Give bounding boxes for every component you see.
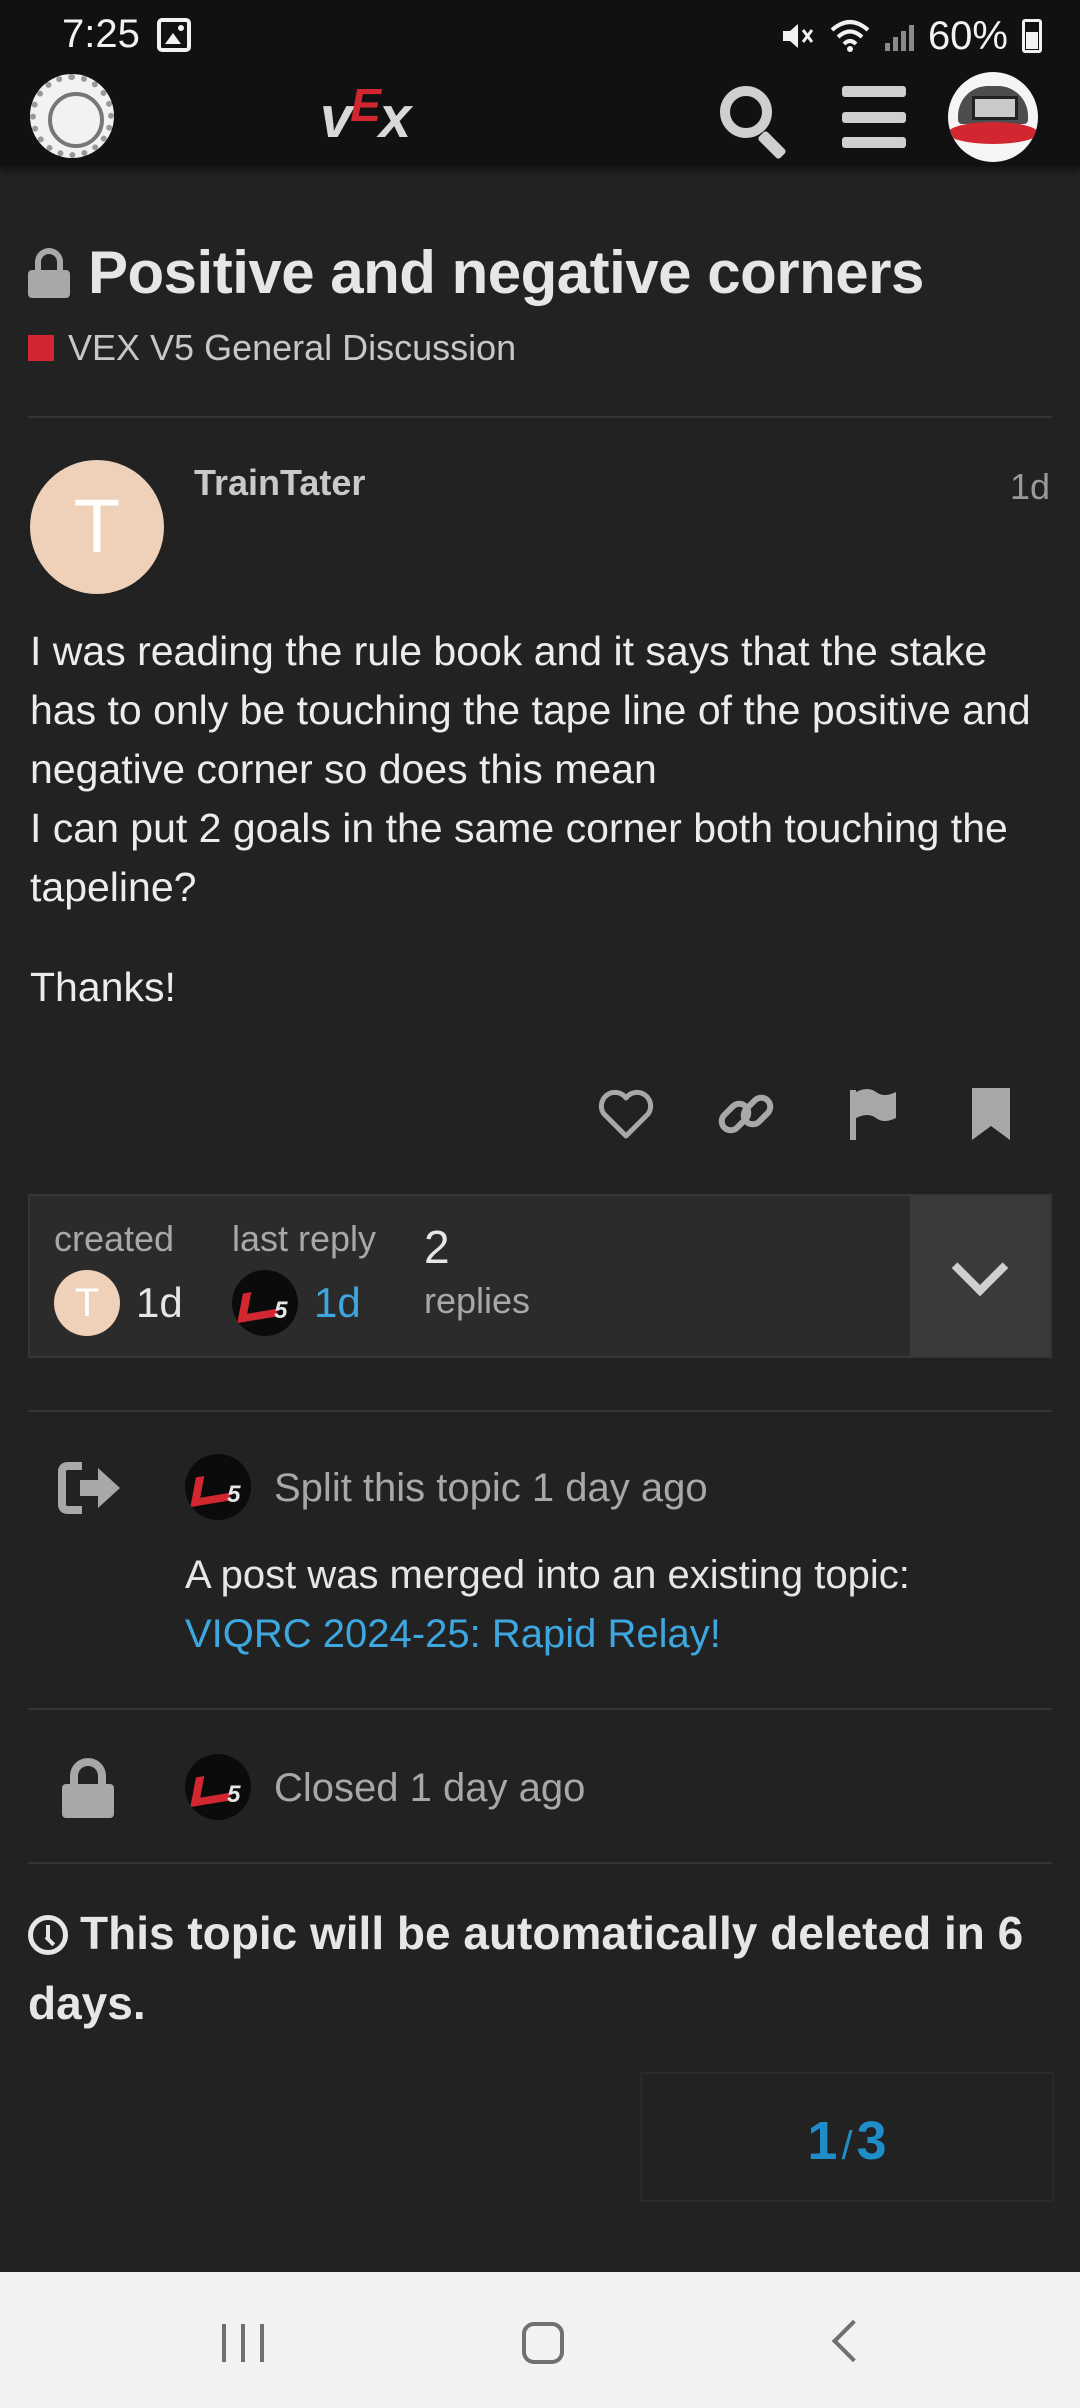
app-header: vEx (0, 70, 1080, 166)
category-badge[interactable]: VEX V5 General Discussion (28, 327, 516, 369)
status-icons: 60% (779, 14, 1042, 58)
topic-title: Positive and negative corners (28, 238, 1058, 307)
closed-action-text: Closed 1 day ago (274, 1766, 586, 1810)
page-title: Positive and negative corners (88, 239, 924, 306)
battery-icon (1022, 19, 1042, 53)
recents-button[interactable] (222, 2324, 264, 2362)
divider (28, 1410, 1052, 1412)
progress-indicator: 1/3 (642, 2110, 1052, 2172)
wifi-icon (830, 20, 870, 52)
progress-total: 3 (856, 2111, 887, 2171)
wordmark-e: E (350, 79, 381, 131)
created-value: 1d (136, 1279, 183, 1326)
last-reply-link[interactable]: 1d (314, 1279, 361, 1327)
split-arrow-icon (58, 1462, 120, 1514)
post-paragraph: I was reading the rule book and it says … (30, 628, 1031, 910)
category-label: VEX V5 General Discussion (68, 327, 517, 368)
last-reply-label: last reply (232, 1218, 377, 1259)
topic-map: created T 1d last reply 1d 2 replies (28, 1194, 1052, 1358)
wordmark-v: v (320, 85, 352, 150)
small-action-closed: Closed 1 day ago (28, 1750, 1052, 1850)
created-avatar[interactable]: T (54, 1270, 120, 1336)
vex-wordmark[interactable]: vEx (320, 79, 470, 154)
post-body: I was reading the rule book and it says … (30, 622, 1050, 1017)
flag-icon[interactable] (842, 1084, 902, 1144)
status-time: 7:25 (62, 12, 140, 56)
user-avatar-button[interactable] (948, 72, 1038, 162)
like-heart-icon[interactable] (596, 1084, 656, 1144)
divider (28, 1862, 1052, 1864)
divider (28, 1708, 1052, 1710)
last-reply-avatar[interactable] (232, 1270, 298, 1336)
split-action-description: A post was merged into an existing topic… (185, 1546, 910, 1664)
created-label: created (54, 1218, 175, 1259)
clock-icon (28, 1915, 68, 1955)
site-logo[interactable] (30, 74, 114, 158)
system-nav-bar (0, 2272, 1080, 2408)
replies-label: replies (424, 1280, 531, 1321)
last-reply-section: last reply 1d (232, 1218, 376, 1336)
closed-actor-avatar[interactable] (185, 1754, 251, 1820)
merged-topic-link[interactable]: VIQRC 2024-25: Rapid Relay! (185, 1605, 910, 1664)
replies-section: 2 replies (424, 1220, 530, 1322)
expand-topic-map-button[interactable] (910, 1196, 1050, 1356)
split-action-text: Split this topic 1 day ago (274, 1466, 708, 1510)
post-age[interactable]: 1d (1010, 466, 1050, 508)
mute-icon (782, 24, 814, 48)
wordmark-x: x (378, 85, 411, 150)
back-button[interactable] (831, 2319, 875, 2363)
topic-progress[interactable]: 1/3 (640, 2072, 1054, 2202)
small-action-split: Split this topic 1 day ago A post was me… (28, 1450, 1052, 1690)
replies-count: 2 (424, 1221, 450, 1273)
post-paragraph: Thanks! (30, 964, 176, 1010)
progress-current: 1 (807, 2111, 838, 2171)
bookmark-icon[interactable] (966, 1084, 1016, 1144)
progress-separator: / (841, 2124, 853, 2168)
divider (28, 416, 1052, 418)
battery-percent: 60% (927, 13, 1008, 58)
hamburger-menu-button[interactable] (842, 86, 906, 148)
chevron-down-icon (951, 1239, 1009, 1297)
search-button[interactable] (716, 82, 792, 160)
post-author-name[interactable]: TrainTater (194, 462, 365, 504)
signal-icon (884, 21, 914, 51)
created-section: created T 1d (54, 1218, 183, 1336)
post-author-avatar[interactable]: T (30, 460, 164, 594)
image-notification-icon (157, 18, 191, 52)
home-button[interactable] (522, 2322, 564, 2364)
lock-icon (62, 1758, 114, 1818)
auto-delete-notice: This topic will be automatically deleted… (28, 1907, 1024, 2029)
category-color-swatch (28, 335, 54, 361)
share-link-icon[interactable] (716, 1084, 776, 1144)
lock-icon (28, 247, 70, 298)
split-actor-avatar[interactable] (185, 1454, 251, 1520)
status-bar: 7:25 60% (0, 0, 1080, 70)
